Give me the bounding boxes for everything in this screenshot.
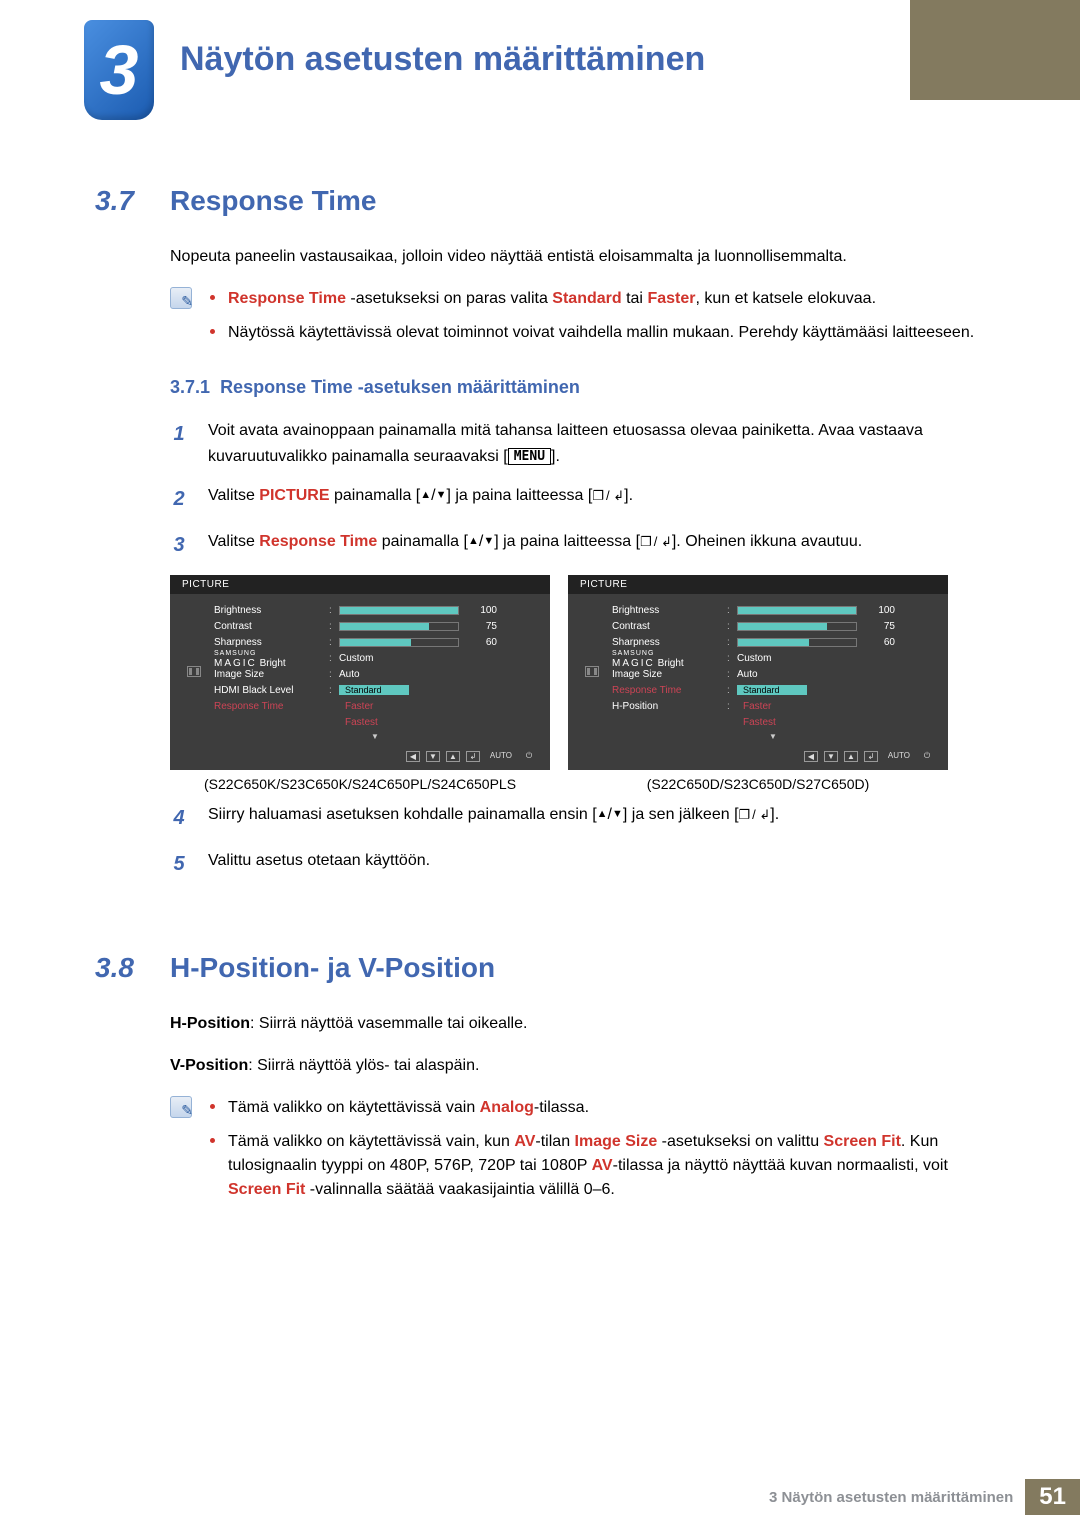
note-icon [170,287,192,309]
section-title: H-Position- ja V-Position [170,952,495,984]
menu-key: MENU [508,448,551,465]
page-content: 3.7 Response Time Nopeuta paneelin vasta… [95,185,1000,1234]
note-item: Tämä valikko on käytettävissä vain, kun … [206,1130,1000,1212]
section-title: Response Time [170,185,376,217]
enter-icon [739,805,771,826]
note-item: Tämä valikko on käytettävissä vain Analo… [206,1096,1000,1130]
section-number: 3.7 [95,185,150,217]
step-4: 4 Siirry haluamasi asetuksen kohdalle pa… [170,802,1000,834]
section-3-8-heading: 3.8 H-Position- ja V-Position [95,952,1000,984]
up-arrow-icon [597,806,608,824]
section-3-7-heading: 3.7 Response Time [95,185,1000,217]
inline-bold: Response Time [228,290,346,307]
note-item: Response Time -asetukseksi on paras vali… [206,287,1000,321]
down-arrow-icon [612,806,623,824]
osd-wrap-1: PICTURE Brightness:100 Contrast:75 Sharp… [170,575,550,792]
enter-icon [592,486,624,507]
footer-page-number: 51 [1025,1479,1080,1515]
osd-footer: ◀▼▲↲AUTO⏻ [568,747,948,762]
step-1: 1 Voit avata avainoppaan painamalla mitä… [170,418,1000,469]
up-arrow-icon [468,533,479,551]
page-footer: 3 Näytön asetusten määrittäminen 51 [769,1479,1080,1515]
note-item: Näytössä käytettävissä olevat toiminnot … [206,321,1000,355]
osd-title: PICTURE [170,575,550,594]
osd-panel-left: PICTURE Brightness:100 Contrast:75 Sharp… [170,575,550,770]
osd-side-icon [585,666,599,677]
osd-title: PICTURE [568,575,948,594]
osd-panel-right: PICTURE Brightness:100 Contrast:75 Sharp… [568,575,948,770]
section-number: 3.8 [95,952,150,984]
osd-footer: ◀▼▲↲AUTO⏻ [170,747,550,762]
osd-wrap-2: PICTURE Brightness:100 Contrast:75 Sharp… [568,575,948,792]
vposition-desc: V-Position: Siirrä näyttöä ylös- tai ala… [170,1054,1000,1078]
chapter-title: Näytön asetusten määrittäminen [180,40,705,79]
note-block-2: Tämä valikko on käytettävissä vain Analo… [170,1096,1000,1212]
osd-caption-1: (S22C650K/S23C650K/S24C650PL/S24C650PLS [170,776,550,792]
hposition-desc: H-Position: Siirrä näyttöä vasemmalle ta… [170,1012,1000,1036]
note-block-1: Response Time -asetukseksi on paras vali… [170,287,1000,355]
osd-scroll-indicator: ▼ [214,730,536,741]
down-arrow-icon [436,487,447,505]
top-corner-decor [910,0,1080,100]
section-intro: Nopeuta paneelin vastausaikaa, jolloin v… [170,245,1000,269]
osd-scroll-indicator: ▼ [612,730,934,741]
step-2: 2 Valitse PICTURE painamalla [/] ja pain… [170,483,1000,515]
down-arrow-icon [483,533,494,551]
footer-label: 3 Näytön asetusten määrittäminen [769,1489,1013,1506]
osd-side-icon [187,666,201,677]
subsection-heading: 3.7.1 Response Time -asetuksen määrittäm… [170,377,1000,398]
osd-caption-2: (S22C650D/S23C650D/S27C650D) [568,776,948,792]
up-arrow-icon [420,487,431,505]
osd-screenshots-row: PICTURE Brightness:100 Contrast:75 Sharp… [170,575,1000,792]
step-5: 5 Valittu asetus otetaan käyttöön. [170,848,1000,880]
chapter-number-tab: 3 [84,20,154,120]
enter-icon [640,532,672,553]
step-3: 3 Valitse Response Time painamalla [/] j… [170,529,1000,561]
note-icon [170,1096,192,1118]
